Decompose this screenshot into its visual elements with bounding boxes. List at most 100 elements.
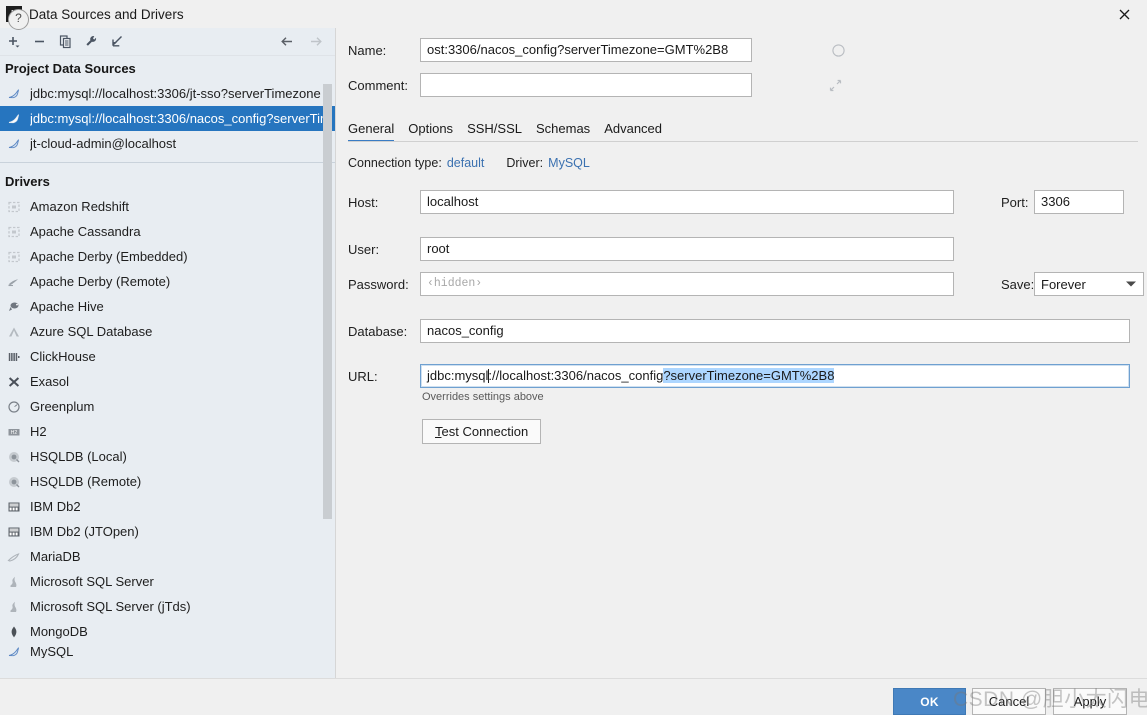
derby-icon (6, 249, 22, 265)
drivers-section: Drivers Amazon Redshift Apache Cassandra (0, 165, 335, 658)
import-icon[interactable] (104, 30, 130, 54)
save-select[interactable]: Forever (1034, 272, 1144, 296)
driver-value[interactable]: MySQL (548, 156, 590, 170)
connection-type-value[interactable]: default (447, 156, 485, 170)
driver-item[interactable]: Apache Derby (Remote) (0, 269, 335, 294)
greenplum-icon (6, 399, 22, 415)
driver-item[interactable]: Microsoft SQL Server (jTds) (0, 594, 335, 619)
tabs-underline (348, 141, 1138, 142)
driver-label: Microsoft SQL Server (jTds) (30, 599, 191, 614)
tab-schemas[interactable]: Schemas (529, 121, 597, 142)
url-text-prefix: jdbc:mysql (427, 368, 489, 383)
port-label: Port: (1001, 194, 1029, 210)
name-label: Name: (348, 42, 387, 58)
driver-item[interactable]: H2 H2 (0, 419, 335, 444)
scrollbar-thumb[interactable] (323, 84, 332, 519)
driver-label: ClickHouse (30, 349, 96, 364)
settings-tabs: General Options SSH/SSL Schemas Advanced (348, 114, 1138, 142)
tab-general[interactable]: General (348, 121, 401, 142)
comment-input[interactable] (420, 73, 752, 97)
hsqldb-icon (6, 449, 22, 465)
driver-item[interactable]: IBM Db2 (JTOpen) (0, 519, 335, 544)
project-data-sources-header: Project Data Sources (0, 56, 335, 81)
host-input[interactable]: localhost (420, 190, 954, 214)
add-icon[interactable] (0, 30, 26, 54)
list-item[interactable]: jdbc:mysql://localhost:3306/jt-sso?serve… (0, 81, 335, 106)
driver-item[interactable]: Microsoft SQL Server (0, 569, 335, 594)
driver-label: Apache Cassandra (30, 224, 141, 239)
close-icon[interactable] (1101, 0, 1147, 28)
svg-text:H2: H2 (11, 430, 18, 436)
redshift-icon (6, 199, 22, 215)
port-field-row: Port: 3306 (1001, 190, 1124, 214)
driver-label: Exasol (30, 374, 70, 389)
ok-button[interactable]: OK (893, 688, 966, 715)
tab-advanced[interactable]: Advanced (597, 121, 669, 142)
url-hint: Overrides settings above (422, 391, 544, 403)
database-input[interactable]: nacos_config (420, 319, 1130, 343)
mysql-icon (6, 136, 22, 152)
user-label: User: (348, 241, 380, 257)
mssql-icon (6, 574, 22, 590)
tab-options[interactable]: Options (401, 121, 460, 142)
copy-icon[interactable] (52, 30, 78, 54)
driver-item[interactable]: ClickHouse (0, 344, 335, 369)
driver-item[interactable]: Exasol (0, 369, 335, 394)
driver-item[interactable]: MongoDB (0, 619, 335, 644)
url-text-middle: ://localhost:3306/nacos_config (488, 368, 664, 383)
driver-label: Apache Derby (Remote) (30, 274, 171, 289)
left-panel: Project Data Sources jdbc:mysql://localh… (0, 28, 336, 678)
mssql-icon (6, 599, 22, 615)
cancel-button[interactable]: Cancel (972, 688, 1046, 715)
mysql-icon (6, 86, 22, 102)
driver-item[interactable]: HSQLDB (Local) (0, 444, 335, 469)
driver-item[interactable]: MySQL (0, 644, 335, 658)
expand-icon[interactable] (828, 78, 842, 92)
arrow-left-icon[interactable] (274, 30, 300, 54)
remove-icon[interactable] (26, 30, 52, 54)
host-field-row: Host: localhost (348, 190, 954, 214)
driver-label: Microsoft SQL Server (30, 574, 154, 589)
save-label: Save: (1001, 276, 1035, 292)
password-label: Password: (348, 276, 409, 292)
driver-item[interactable]: Apache Cassandra (0, 219, 335, 244)
wrench-icon[interactable] (78, 30, 104, 54)
password-input[interactable]: ‹hidden› (420, 272, 954, 296)
user-input[interactable]: root (420, 237, 954, 261)
url-text-selected: ?serverTimezone=GMT%2B8 (663, 368, 835, 383)
save-field-row: Save: Forever (1001, 272, 1144, 296)
driver-item[interactable]: HSQLDB (Remote) (0, 469, 335, 494)
list-item[interactable]: jt-cloud-admin@localhost (0, 131, 335, 156)
cassandra-icon (6, 224, 22, 240)
driver-item[interactable]: Azure SQL Database (0, 319, 335, 344)
help-button[interactable]: ? (8, 9, 29, 30)
driver-item[interactable]: MariaDB (0, 544, 335, 569)
right-panel: Name: ost:3306/nacos_config?serverTimezo… (337, 28, 1147, 678)
apply-button[interactable]: Apply (1053, 688, 1127, 715)
list-item[interactable]: jdbc:mysql://localhost:3306/nacos_config… (0, 106, 335, 131)
driver-item[interactable]: IBM Db2 (0, 494, 335, 519)
test-connection-button[interactable]: Test Connection (422, 419, 542, 444)
tab-ssh-ssl[interactable]: SSH/SSL (460, 121, 529, 142)
driver-label: MariaDB (30, 549, 81, 564)
mysql-icon (6, 111, 22, 127)
driver-label: Amazon Redshift (30, 199, 129, 214)
window-title: Data Sources and Drivers (29, 6, 184, 22)
driver-label: MongoDB (30, 624, 88, 639)
circle-toggle-icon[interactable] (831, 43, 845, 57)
left-panel-scrollbar[interactable] (322, 84, 333, 678)
url-input[interactable]: jdbc:mysql://localhost:3306/nacos_config… (420, 364, 1130, 388)
connection-type-label: Connection type: (348, 156, 442, 170)
driver-item[interactable]: Greenplum (0, 394, 335, 419)
driver-item[interactable]: Apache Hive (0, 294, 335, 319)
driver-item[interactable]: Apache Derby (Embedded) (0, 244, 335, 269)
driver-label: HSQLDB (Local) (30, 449, 127, 464)
port-input[interactable]: 3306 (1034, 190, 1124, 214)
url-label: URL: (348, 368, 378, 384)
driver-label: IBM Db2 (30, 499, 81, 514)
driver-label: Azure SQL Database (30, 324, 153, 339)
user-field-row: User: root (348, 237, 954, 261)
driver-item[interactable]: Amazon Redshift (0, 194, 335, 219)
arrow-right-icon (302, 30, 328, 54)
name-input[interactable]: ost:3306/nacos_config?serverTimezone=GMT… (420, 38, 752, 62)
